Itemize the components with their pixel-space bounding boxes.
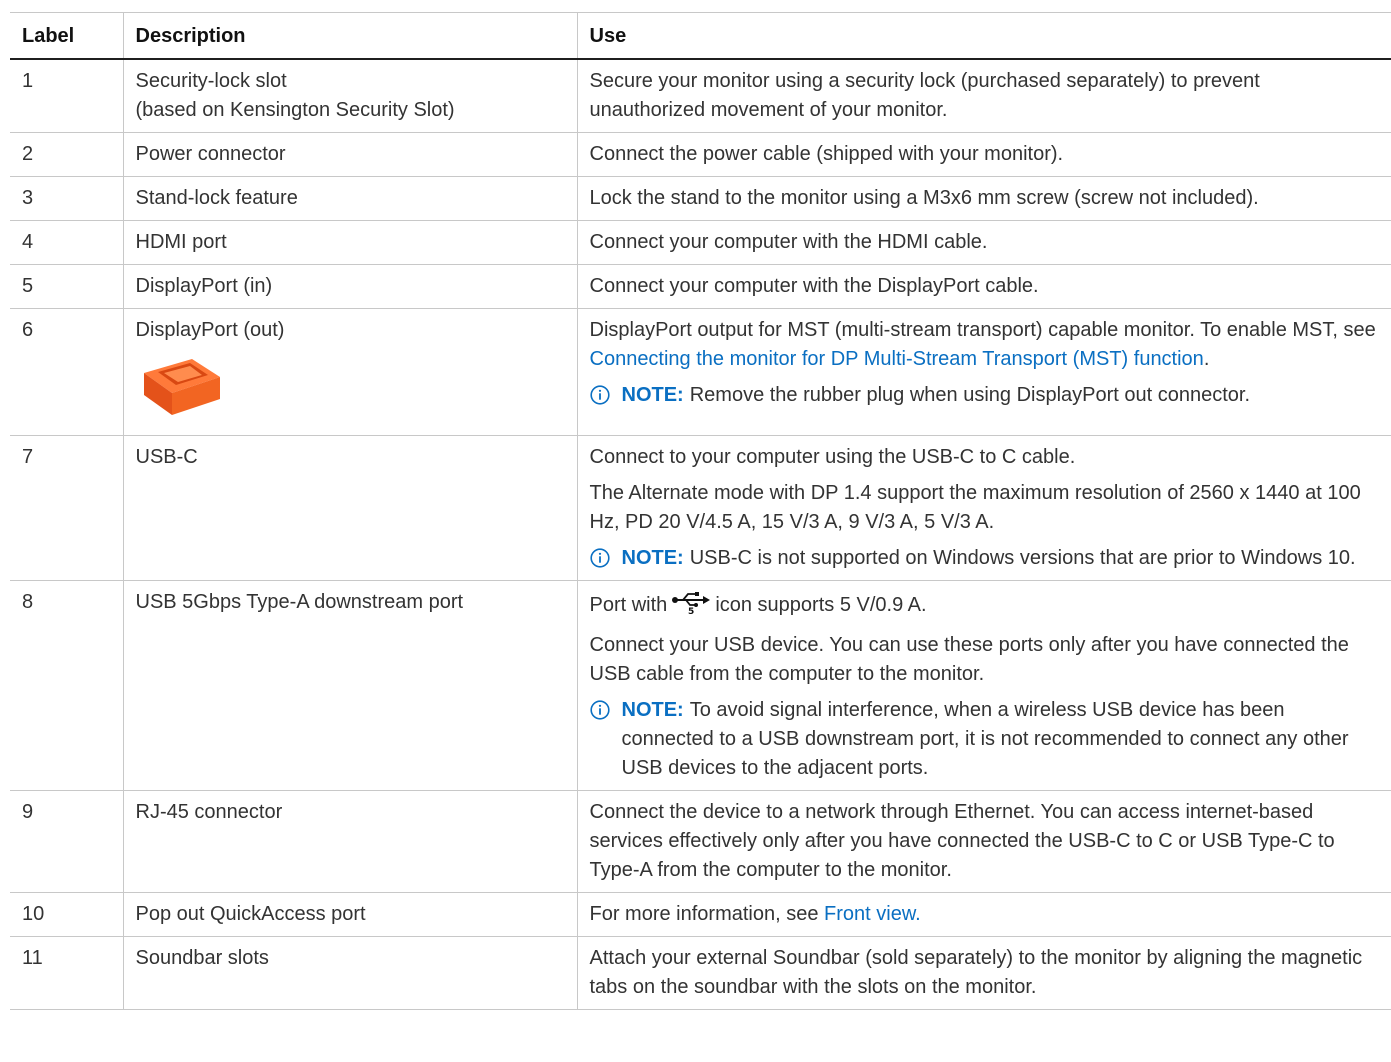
table-row: 2 Power connector Connect the power cabl… [10, 132, 1391, 177]
row-use: Connect your computer with the HDMI cabl… [576, 220, 1391, 265]
row-use: Port with 5 icon supports 5 V/0.9 A. Conne… [576, 580, 1391, 791]
row-use: Connect your computer with the DisplayPo… [576, 264, 1391, 309]
note: NOTE: USB-C is not supported on Windows v… [589, 544, 1380, 573]
rubber-plug-image [136, 355, 565, 428]
row-use: Lock the stand to the monitor using a M3… [576, 176, 1391, 221]
row-description: DisplayPort (in) [122, 264, 577, 309]
table-row: 7 USB-C Connect to your computer using t… [10, 435, 1391, 581]
usb-icon: 5 [671, 591, 711, 624]
table-row: 1 Security-lock slot (based on Kensingto… [10, 59, 1391, 133]
row-description: DisplayPort (out) [122, 308, 577, 436]
note: NOTE: To avoid signal interference, when … [589, 696, 1380, 783]
row-description: USB-C [122, 435, 577, 581]
note-label: NOTE: [621, 699, 684, 721]
header-description: Description [122, 12, 577, 60]
row-use: Connect the device to a network through … [576, 790, 1391, 893]
row-use: Connect the power cable (shipped with yo… [576, 132, 1391, 177]
table-header-row: Label Description Use [10, 12, 1391, 60]
note-label: NOTE: [621, 384, 684, 406]
row-label: 5 [10, 264, 123, 309]
table-row: 11 Soundbar slots Attach your external S… [10, 936, 1391, 1010]
ports-table: Label Description Use 1 Security-lock sl… [10, 12, 1391, 1010]
svg-text:5: 5 [688, 607, 694, 615]
table-row: 10 Pop out QuickAccess port For more inf… [10, 892, 1391, 937]
info-circle-icon [589, 700, 610, 720]
row-description: USB 5Gbps Type-A downstream port [122, 580, 577, 791]
info-circle-icon [589, 548, 610, 568]
row-label: 3 [10, 176, 123, 221]
table-row: 4 HDMI port Connect your computer with t… [10, 220, 1391, 265]
table-row: 3 Stand-lock feature Lock the stand to t… [10, 176, 1391, 221]
info-circle-icon [589, 385, 610, 405]
row-description: RJ-45 connector [122, 790, 577, 893]
note-text: Remove the rubber plug when using Displa… [689, 384, 1251, 406]
row-use: Connect to your computer using the USB-C… [576, 435, 1391, 581]
row-use: DisplayPort output for MST (multi-stream… [576, 308, 1391, 436]
row-use: Secure your monitor using a security loc… [576, 59, 1391, 133]
row-use: Attach your external Soundbar (sold sepa… [576, 936, 1391, 1010]
table-row: 5 DisplayPort (in) Connect your computer… [10, 264, 1391, 309]
row-label: 4 [10, 220, 123, 265]
note: NOTE: Remove the rubber plug when using D… [589, 381, 1380, 410]
row-label: 8 [10, 580, 123, 791]
header-label: Label [10, 12, 123, 60]
table-row: 9 RJ-45 connector Connect the device to … [10, 790, 1391, 893]
row-label: 9 [10, 790, 123, 893]
note-label: NOTE: [621, 547, 684, 569]
mst-link[interactable]: Connecting the monitor for DP Multi-Stre… [590, 348, 1204, 370]
row-label: 10 [10, 892, 123, 937]
row-description: Power connector [122, 132, 577, 177]
table-row: 6 DisplayPort (out) DisplayPort output f… [10, 308, 1391, 436]
row-description: HDMI port [122, 220, 577, 265]
row-label: 7 [10, 435, 123, 581]
note-text: To avoid signal interference, when a wir… [621, 699, 1349, 779]
front-view-link[interactable]: Front view. [824, 903, 921, 925]
row-description: Soundbar slots [122, 936, 577, 1010]
table-row: 8 USB 5Gbps Type-A downstream port Port … [10, 580, 1391, 791]
row-description: Security-lock slot (based on Kensington … [122, 59, 577, 133]
row-label: 1 [10, 59, 123, 133]
row-use: For more information, see Front view. [576, 892, 1391, 937]
row-label: 2 [10, 132, 123, 177]
row-description: Pop out QuickAccess port [122, 892, 577, 937]
header-use: Use [576, 12, 1391, 60]
note-text: USB-C is not supported on Windows versio… [689, 547, 1356, 569]
row-label: 11 [10, 936, 123, 1010]
row-label: 6 [10, 308, 123, 436]
row-description: Stand-lock feature [122, 176, 577, 221]
